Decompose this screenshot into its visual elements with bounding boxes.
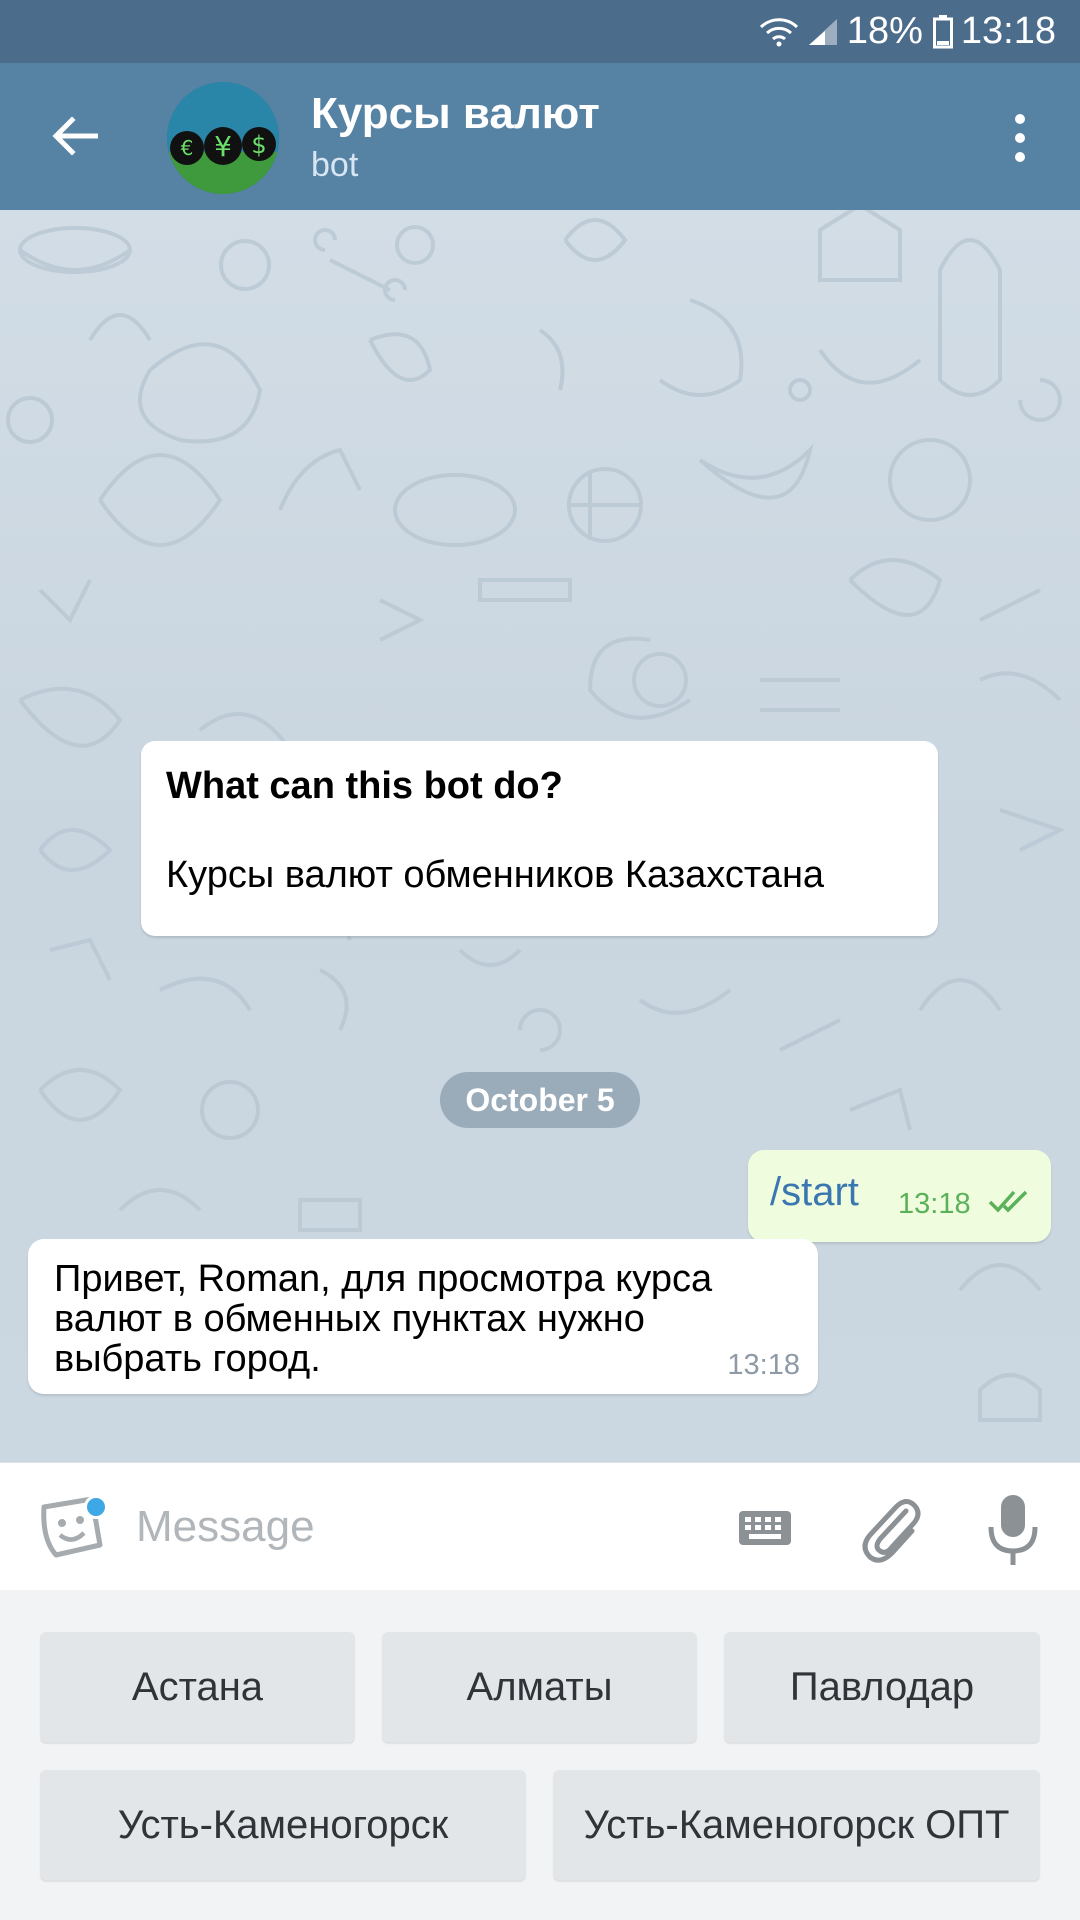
currency-avatar-image: ¥ $ € — [167, 82, 279, 194]
message-text: Привет, Roman, для просмотра курса валют… — [54, 1258, 713, 1380]
message-input-bar — [0, 1462, 1080, 1590]
city-button-almaty[interactable]: Алматы — [382, 1632, 697, 1742]
svg-text:¥: ¥ — [214, 130, 232, 163]
chat-subtitle: bot — [311, 146, 359, 184]
signal-icon — [807, 17, 839, 47]
city-button-pavlodar[interactable]: Павлодар — [724, 1632, 1040, 1742]
status-time: 13:18 — [960, 10, 1056, 52]
bot-info-description: Курсы валют обменников Казахстана — [166, 854, 825, 896]
microphone-icon — [988, 1495, 1038, 1565]
status-bar: 18% 13:18 — [0, 0, 1080, 63]
incoming-message[interactable]: Привет, Roman, для просмотра курса валют… — [28, 1239, 818, 1394]
keyboard-icon — [739, 1511, 791, 1545]
date-divider: October 5 — [440, 1072, 640, 1128]
voice-record-button[interactable] — [985, 1489, 1041, 1569]
battery-percent: 18% — [846, 10, 923, 52]
reply-keyboard: Астана Алматы Павлодар Усть-Каменогорск … — [0, 1590, 1080, 1920]
bot-info-title: What can this bot do? — [166, 765, 563, 807]
bot-info-card: What can this bot do? Курсы валют обменн… — [141, 741, 938, 936]
avatar[interactable]: ¥ $ € — [167, 82, 279, 194]
chat-header: ¥ $ € Курсы валют bot — [0, 63, 1080, 210]
outgoing-message[interactable]: /start 13:18 — [748, 1150, 1051, 1242]
chat-title: Курсы валют — [311, 89, 600, 138]
message-input[interactable] — [136, 1489, 696, 1565]
city-button-ust-kamenogorsk[interactable]: Усть-Каменогорск — [40, 1770, 526, 1880]
city-button-astana[interactable]: Астана — [40, 1632, 355, 1742]
bot-keyboard-button[interactable] — [735, 1503, 795, 1553]
read-checkmarks-icon — [988, 1190, 1028, 1213]
back-button[interactable] — [40, 101, 110, 171]
wifi-icon — [759, 17, 799, 47]
new-stickers-badge — [84, 1495, 108, 1519]
bot-command-link[interactable]: /start — [770, 1170, 859, 1215]
paperclip-icon — [862, 1499, 921, 1563]
arrow-left-icon — [52, 116, 98, 156]
svg-text:$: $ — [251, 131, 266, 159]
more-menu-button[interactable] — [990, 103, 1050, 173]
city-button-ust-kamenogorsk-opt[interactable]: Усть-Каменогорск ОПТ — [553, 1770, 1040, 1880]
attach-button[interactable] — [858, 1493, 924, 1563]
message-time: 13:18 — [898, 1188, 971, 1220]
svg-text:€: € — [181, 136, 194, 160]
chat-area[interactable]: What can this bot do? Курсы валют обменн… — [0, 210, 1080, 1462]
message-time: 13:18 — [727, 1349, 800, 1381]
battery-icon — [932, 14, 953, 49]
more-vertical-icon — [1015, 114, 1025, 124]
